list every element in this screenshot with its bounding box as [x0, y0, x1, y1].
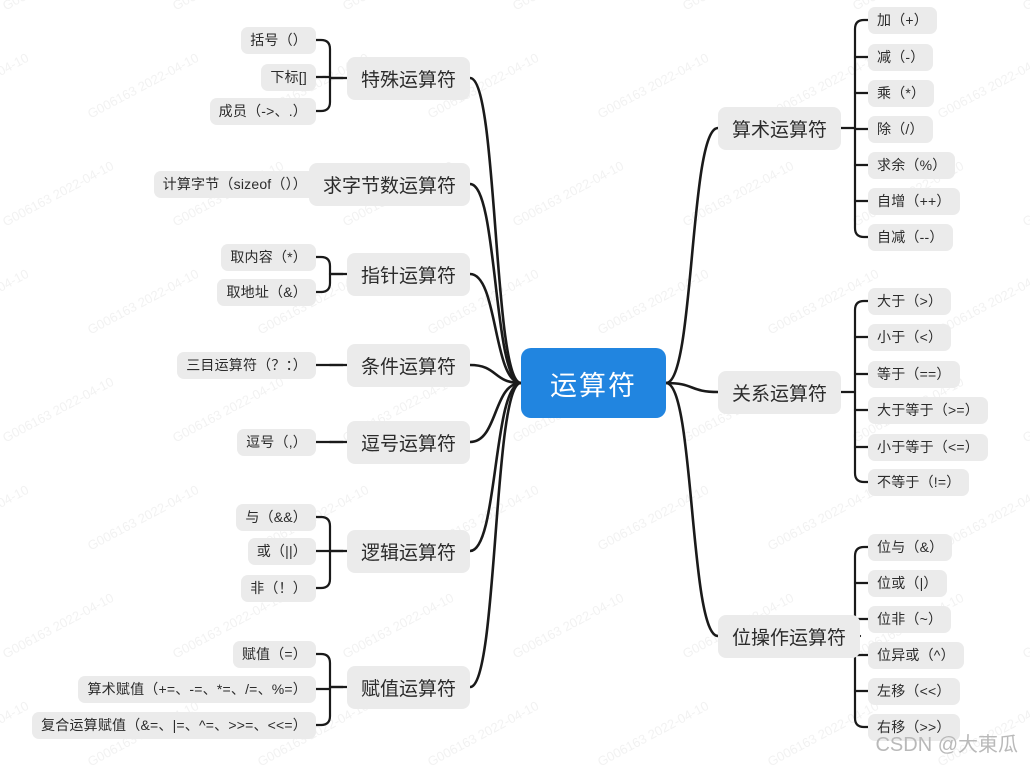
leaf-node-left-1-0[interactable]: 计算字节（sizeof（））: [153, 170, 316, 198]
branch-node-right-1[interactable]: 关系运算符: [718, 370, 842, 414]
branch-node-right-2[interactable]: 位操作运算符: [718, 614, 861, 658]
connector-line: [314, 255, 332, 294]
leaf-node-right-1-3[interactable]: 大于等于（>=）: [868, 396, 988, 424]
leaf-node-left-4-0[interactable]: 逗号（,）: [237, 428, 316, 456]
leaf-node-left-5-0[interactable]: 与（&&）: [236, 503, 316, 531]
leaf-node-left-0-1[interactable]: 下标[]: [261, 63, 316, 91]
leaf-node-left-0-2[interactable]: 成员（->、.）: [209, 97, 316, 125]
leaf-node-right-0-6[interactable]: 自减（--）: [868, 223, 953, 251]
branch-node-left-4[interactable]: 逗号运算符: [346, 420, 470, 464]
connector-line: [853, 299, 870, 484]
leaf-node-right-1-1[interactable]: 小于（<）: [868, 323, 952, 351]
connector-line: [314, 515, 332, 590]
branch-node-left-3[interactable]: 条件运算符: [346, 343, 470, 387]
branch-node-left-0[interactable]: 特殊运算符: [346, 56, 470, 100]
leaf-node-right-0-5[interactable]: 自增（++）: [868, 187, 960, 215]
leaf-node-left-6-1[interactable]: 算术赋值（+=、-=、*=、/=、%=）: [78, 675, 316, 703]
leaf-node-right-0-4[interactable]: 求余（%）: [868, 151, 956, 179]
branch-node-left-5[interactable]: 逻辑运算符: [346, 529, 470, 573]
connector-line: [314, 38, 332, 113]
leaf-node-right-2-1[interactable]: 位或（|）: [868, 569, 947, 597]
leaf-node-right-1-4[interactable]: 小于等于（<=）: [868, 433, 988, 461]
leaf-node-right-0-2[interactable]: 乘（*）: [868, 79, 935, 107]
leaf-node-left-5-2[interactable]: 非（！）: [241, 574, 316, 602]
leaf-node-left-2-1[interactable]: 取地址（&）: [217, 278, 316, 306]
leaf-node-left-6-2[interactable]: 复合运算赋值（&=、|=、^=、>>=、<<=）: [32, 711, 316, 739]
connector-line: [664, 126, 720, 385]
branch-node-left-1[interactable]: 求字节数运算符: [308, 162, 470, 206]
leaf-node-right-1-5[interactable]: 不等于（!=）: [868, 468, 970, 496]
leaf-node-left-0-0[interactable]: 括号（）: [241, 26, 316, 54]
branch-node-left-6[interactable]: 赋值运算符: [346, 665, 470, 709]
leaf-node-left-6-0[interactable]: 赋值（=）: [232, 640, 316, 668]
leaf-node-right-0-0[interactable]: 加（+）: [868, 6, 937, 34]
connector-line: [468, 381, 523, 689]
leaf-node-right-1-0[interactable]: 大于（>）: [868, 287, 952, 315]
leaf-node-left-3-0[interactable]: 三目运算符（？：）: [177, 351, 316, 379]
connector-line: [664, 381, 720, 638]
mindmap-canvas: G006163 2022-04-10G006163 2022-04-10G006…: [0, 0, 1030, 769]
leaf-node-right-1-2[interactable]: 等于（==）: [868, 360, 960, 388]
leaf-node-left-5-1[interactable]: 或（||）: [247, 537, 316, 565]
branch-node-right-0[interactable]: 算术运算符: [718, 106, 842, 150]
leaf-node-right-2-3[interactable]: 位异或（^）: [868, 641, 964, 669]
leaf-node-left-2-0[interactable]: 取内容（*）: [221, 243, 316, 271]
connector-line: [468, 76, 523, 385]
leaf-node-right-0-1[interactable]: 减（-）: [868, 43, 934, 71]
leaf-node-right-0-3[interactable]: 除（/）: [868, 115, 933, 143]
leaf-node-right-2-4[interactable]: 左移（<<）: [868, 677, 960, 705]
branch-node-left-2[interactable]: 指针运算符: [346, 252, 470, 296]
csdn-signature: CSDN @大東瓜: [875, 734, 1018, 756]
leaf-node-right-2-0[interactable]: 位与（&）: [868, 533, 953, 561]
leaf-node-right-2-2[interactable]: 位非（~）: [868, 605, 952, 633]
root-node[interactable]: 运算符: [521, 348, 666, 418]
